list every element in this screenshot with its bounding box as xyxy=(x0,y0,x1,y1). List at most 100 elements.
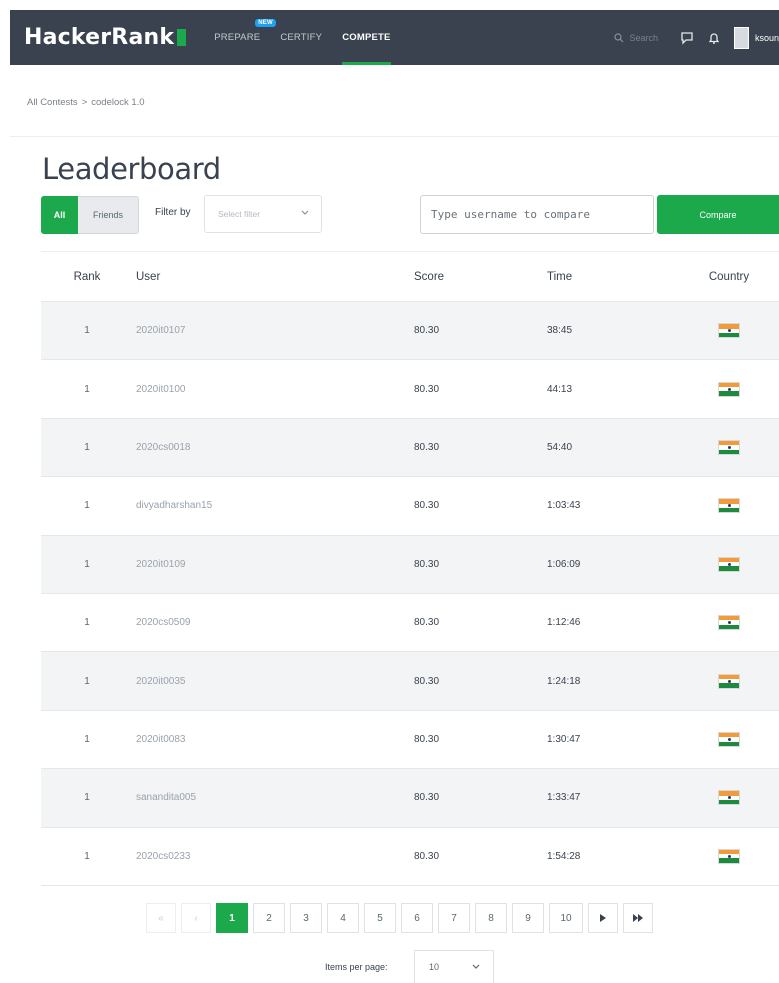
search-icon xyxy=(614,32,624,42)
cell-country xyxy=(679,381,779,397)
page-title: Leaderboard xyxy=(42,152,221,186)
cell-time: 38:45 xyxy=(547,325,573,337)
cell-time: 1:30:47 xyxy=(547,733,581,745)
cell-country xyxy=(679,556,779,572)
table-row: 1 sanandita005 80.30 1:33:47 xyxy=(41,768,779,827)
compare-button[interactable]: Compare xyxy=(657,195,779,234)
page-button-7[interactable]: 7 xyxy=(438,903,470,933)
page-button-6[interactable]: 6 xyxy=(401,903,433,933)
breadcrumb-contest[interactable]: codelock 1.0 xyxy=(91,97,144,108)
nav-prepare[interactable]: PREPARE NEW xyxy=(214,10,276,65)
table-row: 1 2020it0107 80.30 38:45 xyxy=(41,301,779,360)
all-friends-toggle: All Friends xyxy=(41,196,139,234)
nav-certify-label: CERTIFY xyxy=(280,32,323,43)
cell-country xyxy=(679,848,779,864)
india-flag-icon xyxy=(718,439,740,455)
avatar[interactable] xyxy=(734,26,749,49)
india-flag-icon xyxy=(718,323,740,339)
page-button-5[interactable]: 5 xyxy=(364,903,396,933)
last-page-button[interactable] xyxy=(623,903,653,933)
page-button-10[interactable]: 10 xyxy=(549,903,583,933)
cell-time: 1:54:28 xyxy=(547,850,581,862)
toggle-all-button[interactable]: All xyxy=(41,196,78,234)
cell-rank: 1 xyxy=(84,617,90,629)
play-icon xyxy=(600,914,606,922)
page-button-2[interactable]: 2 xyxy=(253,903,285,933)
cell-country xyxy=(679,439,779,455)
cell-score: 80.30 xyxy=(414,675,440,687)
cell-rank: 1 xyxy=(84,792,90,804)
cell-score: 80.30 xyxy=(414,500,440,512)
hackerrank-logo[interactable]: HackerRank xyxy=(24,25,187,50)
cell-user-link[interactable]: 2020cs0233 xyxy=(129,851,402,862)
cell-time: 1:24:18 xyxy=(547,675,581,687)
page-button-8[interactable]: 8 xyxy=(475,903,507,933)
search-box[interactable]: Search xyxy=(614,33,658,43)
cell-user-link[interactable]: 2020cs0018 xyxy=(129,442,402,453)
header-rank: Rank xyxy=(73,270,101,283)
breadcrumb-separator: > xyxy=(81,97,88,108)
page-button-3[interactable]: 3 xyxy=(290,903,322,933)
messages-icon[interactable] xyxy=(680,31,694,45)
search-label: Search xyxy=(629,32,658,43)
table-row: 1 2020it0083 80.30 1:30:47 xyxy=(41,709,779,768)
nav-compete[interactable]: COMPETE xyxy=(342,10,391,65)
breadcrumb-bar: All Contests > codelock 1.0 xyxy=(10,65,779,137)
cell-rank: 1 xyxy=(84,500,90,512)
page-button-4[interactable]: 4 xyxy=(327,903,359,933)
cell-user-link[interactable]: 2020it0107 xyxy=(129,325,402,336)
table-header: Rank User Score Time Country xyxy=(41,251,779,301)
top-navbar: HackerRank PREPARE NEW CERTIFY COMPETE S… xyxy=(10,10,779,65)
cell-user-link[interactable]: divyadharshan15 xyxy=(129,500,402,511)
cell-score: 80.30 xyxy=(414,733,440,745)
cell-rank: 1 xyxy=(84,733,90,745)
header-score: Score xyxy=(414,270,445,283)
table-row: 1 2020it0035 80.30 1:24:18 xyxy=(41,651,779,710)
filter-select[interactable]: Select filter xyxy=(204,195,322,233)
cell-country xyxy=(679,790,779,806)
cell-score: 80.30 xyxy=(414,617,440,629)
logo-text: HackerRank xyxy=(24,25,175,50)
cell-rank: 1 xyxy=(84,850,90,862)
table-row: 1 2020it0109 80.30 1:06:09 xyxy=(41,534,779,593)
page-button-9[interactable]: 9 xyxy=(512,903,544,933)
items-per-page-select[interactable]: 10 xyxy=(414,950,494,983)
india-flag-icon xyxy=(718,498,740,514)
cell-user-link[interactable]: 2020it0035 xyxy=(129,676,402,687)
breadcrumb-all-contests[interactable]: All Contests xyxy=(27,97,78,108)
cell-country xyxy=(679,673,779,689)
cell-time: 54:40 xyxy=(547,441,573,453)
breadcrumb: All Contests > codelock 1.0 xyxy=(27,97,149,108)
items-per-page-value: 10 xyxy=(429,962,440,972)
header-user: User xyxy=(136,270,161,283)
nav-certify[interactable]: CERTIFY xyxy=(280,10,322,65)
cell-country xyxy=(679,615,779,631)
nav-links: PREPARE NEW CERTIFY COMPETE xyxy=(214,10,410,65)
cell-time: 1:03:43 xyxy=(547,500,581,512)
compare-username-input[interactable]: Type username to compare xyxy=(420,195,654,234)
table-row: 1 2020cs0018 80.30 54:40 xyxy=(41,417,779,477)
first-page-button[interactable]: « xyxy=(146,903,176,933)
nav-right: Search ksoun_j xyxy=(614,10,779,65)
table-row: 1 divyadharshan15 80.30 1:03:43 xyxy=(41,476,779,534)
username[interactable]: ksoun_j xyxy=(755,33,779,43)
filter-placeholder: Select filter xyxy=(218,209,261,219)
logo-block xyxy=(177,29,187,46)
india-flag-icon xyxy=(718,848,740,864)
cell-rank: 1 xyxy=(84,383,90,395)
cell-rank: 1 xyxy=(84,558,90,570)
compare-placeholder: Type username to compare xyxy=(431,208,590,221)
cell-user-link[interactable]: 2020it0083 xyxy=(129,734,402,745)
cell-score: 80.30 xyxy=(414,441,440,453)
cell-country xyxy=(679,731,779,747)
page-button-1[interactable]: 1 xyxy=(216,903,248,933)
cell-user-link[interactable]: 2020it0100 xyxy=(129,384,402,395)
next-page-button[interactable] xyxy=(588,903,618,933)
bell-icon[interactable] xyxy=(708,31,720,45)
cell-user-link[interactable]: 2020it0109 xyxy=(129,559,402,570)
cell-user-link[interactable]: 2020cs0509 xyxy=(129,617,402,628)
toggle-friends-button[interactable]: Friends xyxy=(78,196,139,234)
table-row: 1 2020cs0233 80.30 1:54:28 xyxy=(41,826,779,885)
prev-page-button[interactable]: ‹ xyxy=(181,903,211,933)
cell-user-link[interactable]: sanandita005 xyxy=(129,792,402,803)
